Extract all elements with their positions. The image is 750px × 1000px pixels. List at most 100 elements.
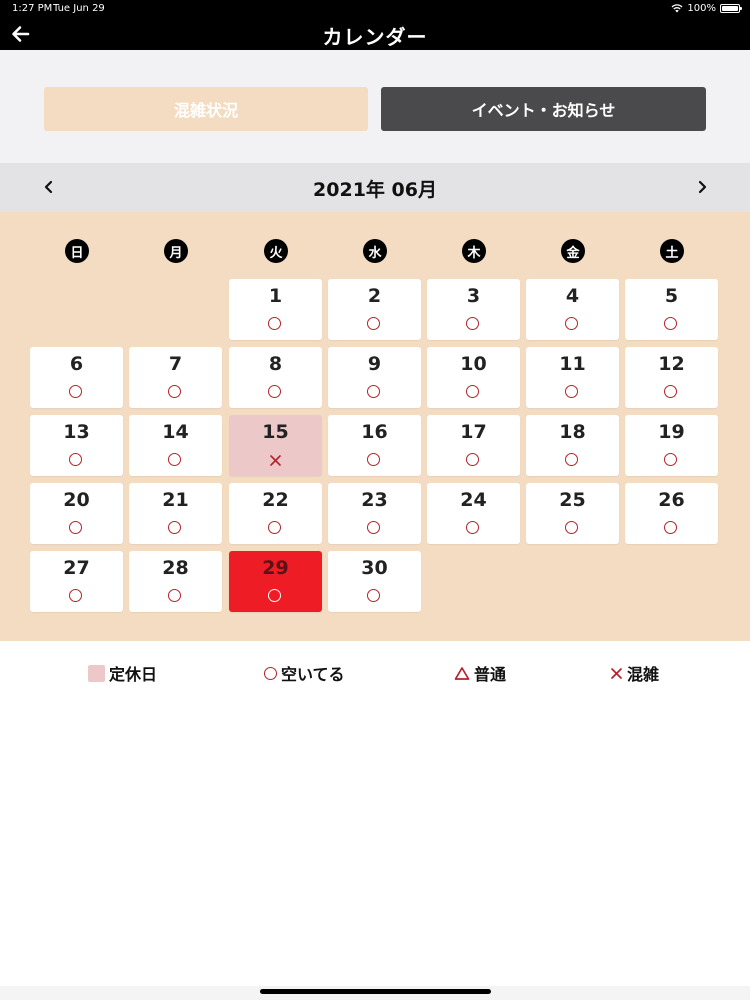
day-cell[interactable]: 6 (30, 347, 123, 408)
day-cell[interactable]: 17 (427, 415, 520, 476)
legend-holiday: 定休日 (88, 661, 157, 685)
weekday-label: 火 (264, 239, 288, 263)
day-cell[interactable]: 15 (229, 415, 322, 476)
day-cell[interactable]: 5 (625, 279, 718, 340)
circle-icon (466, 521, 481, 536)
month-title: 2021年 06月 (313, 179, 437, 201)
day-cell[interactable]: 18 (526, 415, 619, 476)
day-cell[interactable]: 7 (129, 347, 222, 408)
day-number: 25 (559, 489, 586, 511)
day-number: 6 (69, 353, 84, 375)
day-cell-today[interactable]: 29 (229, 551, 322, 612)
day-number: 24 (460, 489, 487, 511)
tab-congestion[interactable]: 混雑状況 (44, 87, 368, 131)
tabs-area: 混雑状況 イベント・お知らせ (0, 50, 750, 163)
day-cell[interactable]: 12 (625, 347, 718, 408)
status-time: 1:27 PM (12, 3, 53, 14)
circle-icon (565, 317, 580, 332)
day-number: 17 (460, 421, 487, 443)
day-cell[interactable]: 4 (526, 279, 619, 340)
day-cell[interactable]: 27 (30, 551, 123, 612)
circle-icon (69, 453, 84, 468)
circle-icon (168, 589, 183, 604)
day-number: 3 (466, 285, 481, 307)
legend-normal-label: 普通 (474, 665, 507, 684)
day-cell[interactable]: 23 (328, 483, 421, 544)
day-number: 9 (367, 353, 382, 375)
weekday-label: 水 (363, 239, 387, 263)
cross-icon (611, 667, 622, 679)
home-indicator[interactable] (260, 989, 491, 994)
day-number: 22 (262, 489, 289, 511)
legend-open: 空いてる (264, 661, 345, 685)
day-cell[interactable]: 21 (129, 483, 222, 544)
circle-icon (69, 521, 84, 536)
circle-icon (168, 385, 183, 400)
day-number: 11 (559, 353, 586, 375)
circle-icon (367, 317, 382, 332)
status-date: Tue Jun 29 (53, 3, 105, 14)
legend-crowded: 混雑 (610, 661, 659, 685)
day-cell[interactable]: 14 (129, 415, 222, 476)
day-number: 29 (262, 557, 289, 579)
circle-icon (664, 385, 679, 400)
day-cell[interactable]: 2 (328, 279, 421, 340)
circle-icon (168, 521, 183, 536)
day-number: 15 (262, 421, 289, 443)
circle-icon (367, 385, 382, 400)
day-cell[interactable]: 3 (427, 279, 520, 340)
chevron-right-icon[interactable] (692, 177, 712, 197)
day-cell[interactable]: 26 (625, 483, 718, 544)
day-number: 23 (361, 489, 388, 511)
circle-icon (664, 317, 679, 332)
weekday-label: 月 (164, 239, 188, 263)
legend-holiday-label: 定休日 (109, 665, 158, 684)
weekday-label: 日 (65, 239, 89, 263)
day-cell[interactable]: 16 (328, 415, 421, 476)
day-number: 30 (361, 557, 388, 579)
wifi-icon (671, 4, 683, 13)
calendar-grid: 日月火水木金土 1 2 3 4 5 6 7 8 9 10 11 12 13 14 15 16 17 18 19 20 21… (0, 212, 750, 641)
day-cell[interactable]: 19 (625, 415, 718, 476)
day-cell[interactable]: 13 (30, 415, 123, 476)
battery-icon (720, 4, 742, 13)
circle-icon (664, 453, 679, 468)
circle-icon (664, 521, 679, 536)
day-number: 13 (63, 421, 90, 443)
triangle-icon (454, 666, 470, 680)
month-header: 2021年 06月 (0, 163, 750, 212)
legend-normal: 普通 (454, 661, 506, 685)
circle-icon (268, 589, 283, 604)
day-number: 28 (162, 557, 189, 579)
day-cell[interactable]: 11 (526, 347, 619, 408)
day-cell[interactable]: 30 (328, 551, 421, 612)
circle-icon (466, 317, 481, 332)
day-cell[interactable]: 25 (526, 483, 619, 544)
circle-icon (264, 666, 277, 680)
tab-events[interactable]: イベント・お知らせ (381, 87, 706, 131)
day-cell[interactable]: 10 (427, 347, 520, 408)
circle-icon (268, 521, 283, 536)
circle-icon (565, 453, 580, 468)
day-cell[interactable]: 20 (30, 483, 123, 544)
holiday-swatch (88, 664, 105, 682)
day-cell[interactable]: 9 (328, 347, 421, 408)
day-number: 14 (162, 421, 189, 443)
day-number: 2 (367, 285, 382, 307)
circle-icon (466, 453, 481, 468)
circle-icon (565, 521, 580, 536)
day-cell[interactable]: 28 (129, 551, 222, 612)
day-cell[interactable]: 1 (229, 279, 322, 340)
circle-icon (367, 589, 382, 604)
circle-icon (268, 385, 283, 400)
day-cell[interactable]: 8 (229, 347, 322, 408)
day-cell[interactable]: 22 (229, 483, 322, 544)
weekday-label: 土 (660, 239, 684, 263)
day-number: 21 (162, 489, 189, 511)
circle-icon (69, 385, 84, 400)
circle-icon (367, 453, 382, 468)
cross-icon (268, 453, 283, 468)
day-cell[interactable]: 24 (427, 483, 520, 544)
weekday-label: 木 (462, 239, 486, 263)
day-number: 16 (361, 421, 388, 443)
